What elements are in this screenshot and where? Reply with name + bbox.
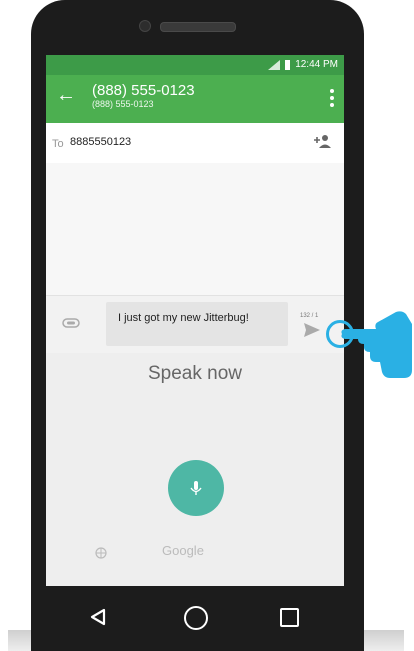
character-counter: 132 / 1 — [300, 313, 319, 319]
compose-bar: I just got my new Jitterbug! 132 / 1 — [46, 295, 344, 354]
conversation-title: (888) 555-0123 — [92, 82, 195, 99]
attach-icon[interactable] — [62, 318, 80, 328]
nav-back-icon[interactable] — [90, 608, 106, 626]
recipient-row: To 8885550123 — [46, 123, 344, 164]
earpiece-speaker — [160, 22, 236, 32]
recipient-field[interactable]: 8885550123 — [70, 136, 131, 148]
status-icons: 12:44 PM — [268, 59, 338, 70]
message-input[interactable]: I just got my new Jitterbug! — [106, 302, 288, 346]
phone-screen: 12:44 PM ← (888) 555-0123 (888) 555-0123… — [46, 55, 344, 586]
battery-icon — [285, 59, 291, 70]
conversation-toolbar: ← (888) 555-0123 (888) 555-0123 — [46, 75, 344, 123]
recipient-label: To — [52, 138, 64, 150]
conversation-subtitle: (888) 555-0123 — [92, 99, 154, 109]
globe-icon[interactable] — [95, 547, 107, 559]
status-bar: 12:44 PM — [46, 55, 344, 75]
front-camera — [139, 20, 151, 32]
navigation-bar — [46, 586, 344, 651]
microphone-icon — [190, 481, 202, 495]
microphone-button[interactable] — [168, 460, 224, 516]
voice-input-panel: Speak now Google — [46, 353, 344, 586]
pointing-hand-icon — [341, 311, 412, 378]
wifi-icon — [268, 59, 281, 70]
overflow-menu-icon[interactable] — [330, 89, 334, 110]
google-label: Google — [162, 543, 204, 558]
send-icon[interactable] — [304, 323, 320, 337]
speak-now-prompt: Speak now — [147, 363, 242, 384]
back-arrow-icon[interactable]: ← — [56, 85, 76, 105]
message-thread — [46, 163, 344, 295]
status-time: 12:44 PM — [295, 59, 338, 70]
nav-home-icon[interactable] — [184, 606, 208, 630]
add-contact-icon[interactable] — [314, 134, 332, 148]
nav-recents-icon[interactable] — [280, 608, 299, 627]
